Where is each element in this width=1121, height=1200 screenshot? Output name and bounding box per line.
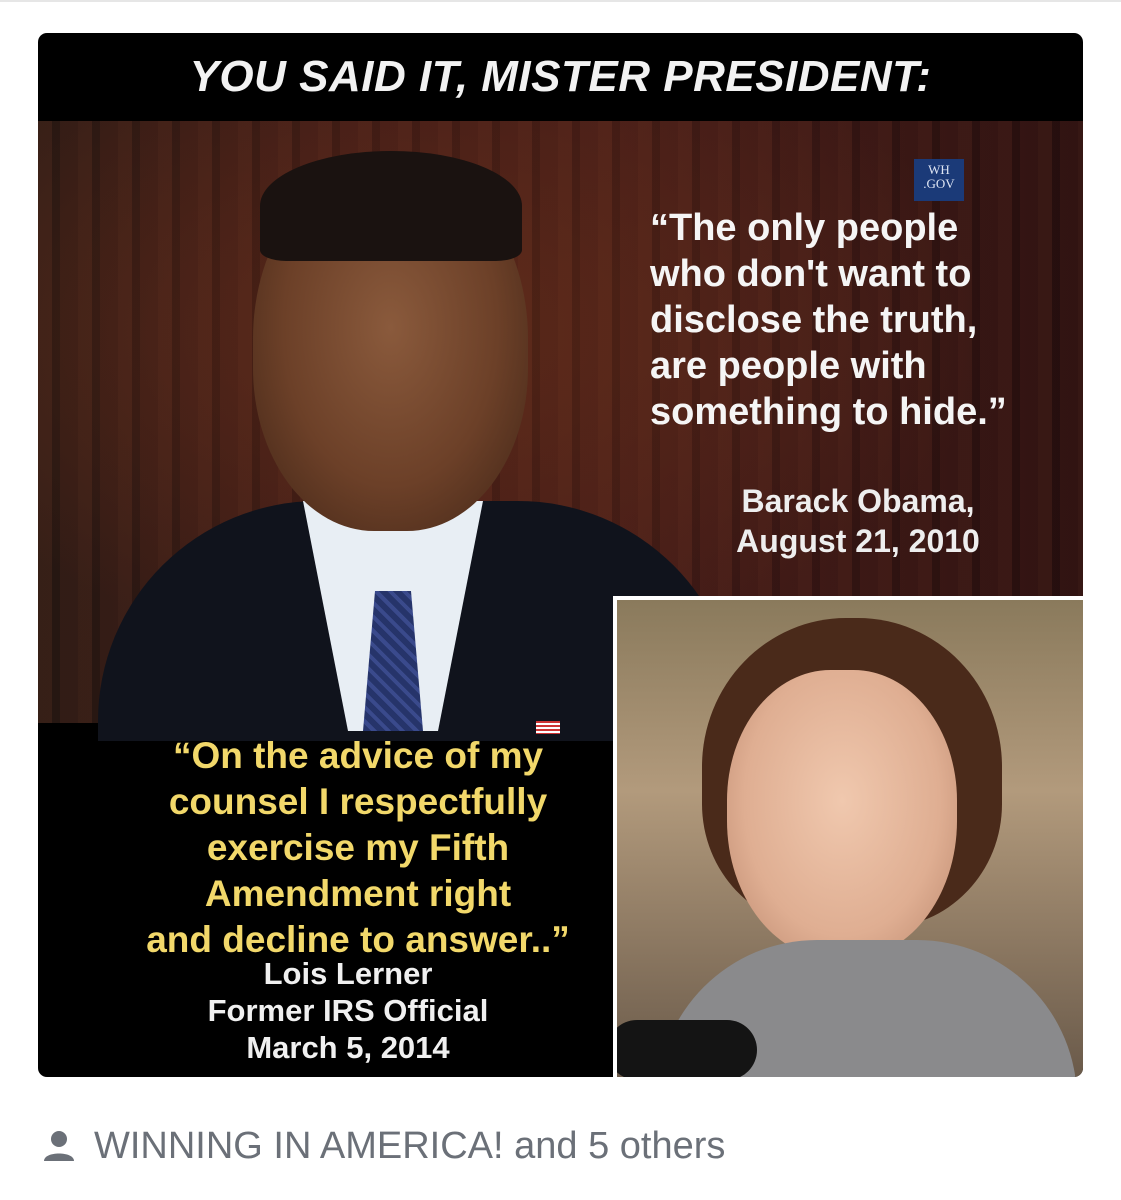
lerner-photo [613,596,1083,1077]
lerner-attribution: Lois Lerner Former IRS Official March 5,… [207,956,489,1065]
obama-attribution: Barack Obama, August 21, 2010 [736,483,980,559]
top-divider [0,0,1121,2]
lerner-face [727,670,957,960]
obama-quote: “The only people who don't want to discl… [650,207,1007,433]
microphone [617,1020,757,1077]
whitehouse-watermark: WH .GOV [914,159,964,201]
obama-hair [260,151,522,261]
person-icon [44,1131,74,1161]
shared-by-row[interactable]: WINNING IN AMERICA! and 5 others [42,1122,725,1170]
shared-by-label[interactable]: WINNING IN AMERICA! and 5 others [94,1125,725,1168]
meme-headline: YOU SAID IT, MISTER PRESIDENT: [189,52,932,101]
post-image[interactable]: YOU SAID IT, MISTER PRESIDENT: WH .GOV “… [38,33,1083,1077]
lerner-quote: “On the advice of my counsel I respectfu… [146,735,570,960]
